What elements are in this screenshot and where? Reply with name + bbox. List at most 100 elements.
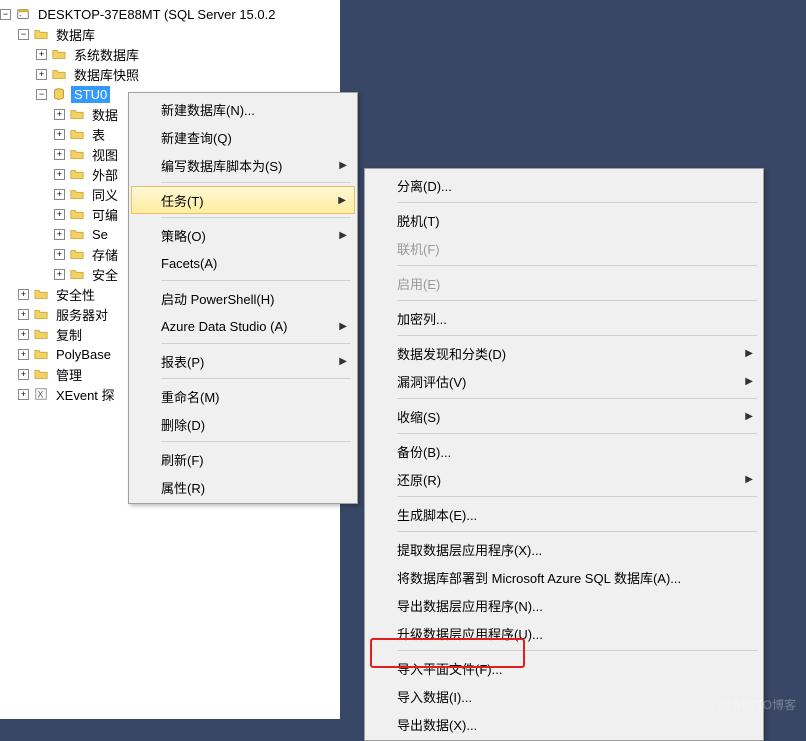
expander-icon[interactable] (36, 49, 47, 60)
expander-icon[interactable] (18, 369, 29, 380)
expander-icon[interactable] (54, 109, 65, 120)
menu-label: 导出数据(X)... (397, 715, 477, 734)
tree-label: Se (89, 226, 111, 243)
menu-item-export-data[interactable]: 导出数据(X)... (367, 710, 761, 738)
expander-icon[interactable] (54, 169, 65, 180)
submenu-arrow-icon: ▶ (745, 376, 753, 387)
submenu-arrow-icon: ▶ (339, 160, 347, 171)
server-icon (15, 6, 31, 22)
tree-node-databases[interactable]: 数据库 (0, 24, 340, 44)
database-icon (51, 86, 67, 102)
expander-icon[interactable] (18, 29, 29, 40)
menu-label: 删除(D) (161, 415, 205, 434)
submenu-arrow-icon: ▶ (339, 356, 347, 367)
menu-item-facets[interactable]: Facets(A) (131, 249, 355, 277)
expander-icon[interactable] (54, 189, 65, 200)
menu-item-extract[interactable]: 提取数据层应用程序(X)... (367, 535, 761, 563)
menu-item-import-flat[interactable]: 导入平面文件(F)... (367, 654, 761, 682)
tree-label: 表 (89, 124, 108, 145)
menu-item-powershell[interactable]: 启动 PowerShell(H) (131, 284, 355, 312)
tree-label: 复制 (53, 324, 85, 345)
folder-icon (33, 366, 49, 382)
folder-icon (69, 126, 85, 142)
menu-item-backup[interactable]: 备份(B)... (367, 437, 761, 465)
menu-item-rename[interactable]: 重命名(M) (131, 382, 355, 410)
tree-root-server[interactable]: DESKTOP-37E88MT (SQL Server 15.0.2 (0, 4, 340, 24)
menu-item-reports[interactable]: 报表(P) ▶ (131, 347, 355, 375)
menu-label: 提取数据层应用程序(X)... (397, 540, 542, 559)
expander-icon[interactable] (36, 69, 47, 80)
expander-icon[interactable] (54, 149, 65, 160)
menu-item-new-query[interactable]: 新建查询(Q) (131, 123, 355, 151)
expander-icon[interactable] (54, 209, 65, 220)
context-submenu-tasks: 分离(D)... 脱机(T) 联机(F) 启用(E) 加密列... 数据发现和分… (364, 168, 764, 741)
menu-label: 启动 PowerShell(H) (161, 289, 274, 308)
menu-item-refresh[interactable]: 刷新(F) (131, 445, 355, 473)
tree-label: 系统数据库 (71, 44, 142, 65)
tree-node-snapshot[interactable]: 数据库快照 (0, 64, 340, 84)
expander-icon[interactable] (18, 289, 29, 300)
folder-icon (33, 26, 49, 42)
submenu-arrow-icon: ▶ (339, 230, 347, 241)
tree-label-selected: STU0 (71, 86, 110, 103)
menu-item-encrypt[interactable]: 加密列... (367, 304, 761, 332)
menu-label: 报表(P) (161, 352, 204, 371)
menu-separator (397, 433, 757, 434)
menu-item-vuln[interactable]: 漏洞评估(V)▶ (367, 367, 761, 395)
submenu-arrow-icon: ▶ (745, 411, 753, 422)
tree-node-sysdb[interactable]: 系统数据库 (0, 44, 340, 64)
menu-item-delete[interactable]: 删除(D) (131, 410, 355, 438)
menu-item-new-db[interactable]: 新建数据库(N)... (131, 95, 355, 123)
expander-icon[interactable] (54, 249, 65, 260)
tree-label: 同义 (89, 184, 121, 205)
menu-item-offline[interactable]: 脱机(T) (367, 206, 761, 234)
expander-icon[interactable] (54, 129, 65, 140)
menu-item-detach[interactable]: 分离(D)... (367, 171, 761, 199)
menu-separator (397, 300, 757, 301)
menu-label: 新建查询(Q) (161, 128, 232, 147)
folder-icon (69, 146, 85, 162)
menu-item-restore[interactable]: 还原(R) ▶ (367, 465, 761, 493)
expander-icon[interactable] (18, 329, 29, 340)
menu-label: 联机(F) (397, 239, 440, 258)
menu-item-import-data[interactable]: 导入数据(I)... (367, 682, 761, 710)
expander-icon[interactable] (54, 229, 65, 240)
menu-item-tasks[interactable]: 任务(T)▶ (131, 186, 355, 214)
expander-icon[interactable] (36, 89, 47, 100)
menu-item-upgrade-dacpac[interactable]: 升级数据层应用程序(U)... (367, 619, 761, 647)
menu-separator (161, 343, 351, 344)
menu-item-discover[interactable]: 数据发现和分类(D)▶ (367, 339, 761, 367)
folder-icon (69, 106, 85, 122)
folder-icon (69, 226, 85, 242)
menu-label: Facets(A) (161, 256, 217, 271)
tree-label: 数据 (89, 104, 121, 125)
folder-icon (33, 346, 49, 362)
watermark-text: @ 51CTO博客 (718, 696, 796, 713)
menu-item-properties[interactable]: 属性(R) (131, 473, 355, 501)
expander-icon[interactable] (0, 9, 11, 20)
expander-icon[interactable] (18, 309, 29, 320)
menu-item-shrink[interactable]: 收缩(S)▶ (367, 402, 761, 430)
submenu-arrow-icon: ▶ (745, 474, 753, 485)
menu-label: 还原(R) (397, 470, 441, 489)
menu-separator (397, 496, 757, 497)
expander-icon[interactable] (18, 389, 29, 400)
menu-item-azure-ds[interactable]: Azure Data Studio (A)▶ (131, 312, 355, 340)
menu-label: 分离(D)... (397, 176, 452, 195)
menu-separator (161, 280, 351, 281)
menu-item-script-as[interactable]: 编写数据库脚本为(S)▶ (131, 151, 355, 179)
menu-item-export-dacpac[interactable]: 导出数据层应用程序(N)... (367, 591, 761, 619)
expander-icon[interactable] (18, 349, 29, 360)
menu-separator (397, 335, 757, 336)
menu-label: 升级数据层应用程序(U)... (397, 624, 543, 643)
menu-item-deploy-azure[interactable]: 将数据库部署到 Microsoft Azure SQL 数据库(A)... (367, 563, 761, 591)
tree-label: 服务器对 (53, 304, 111, 325)
tree-label: 存储 (89, 244, 121, 265)
menu-separator (161, 182, 351, 183)
expander-icon[interactable] (54, 269, 65, 280)
folder-icon (69, 166, 85, 182)
menu-item-genscript[interactable]: 生成脚本(E)... (367, 500, 761, 528)
submenu-arrow-icon: ▶ (339, 321, 347, 332)
menu-separator (397, 650, 757, 651)
menu-item-policies[interactable]: 策略(O)▶ (131, 221, 355, 249)
